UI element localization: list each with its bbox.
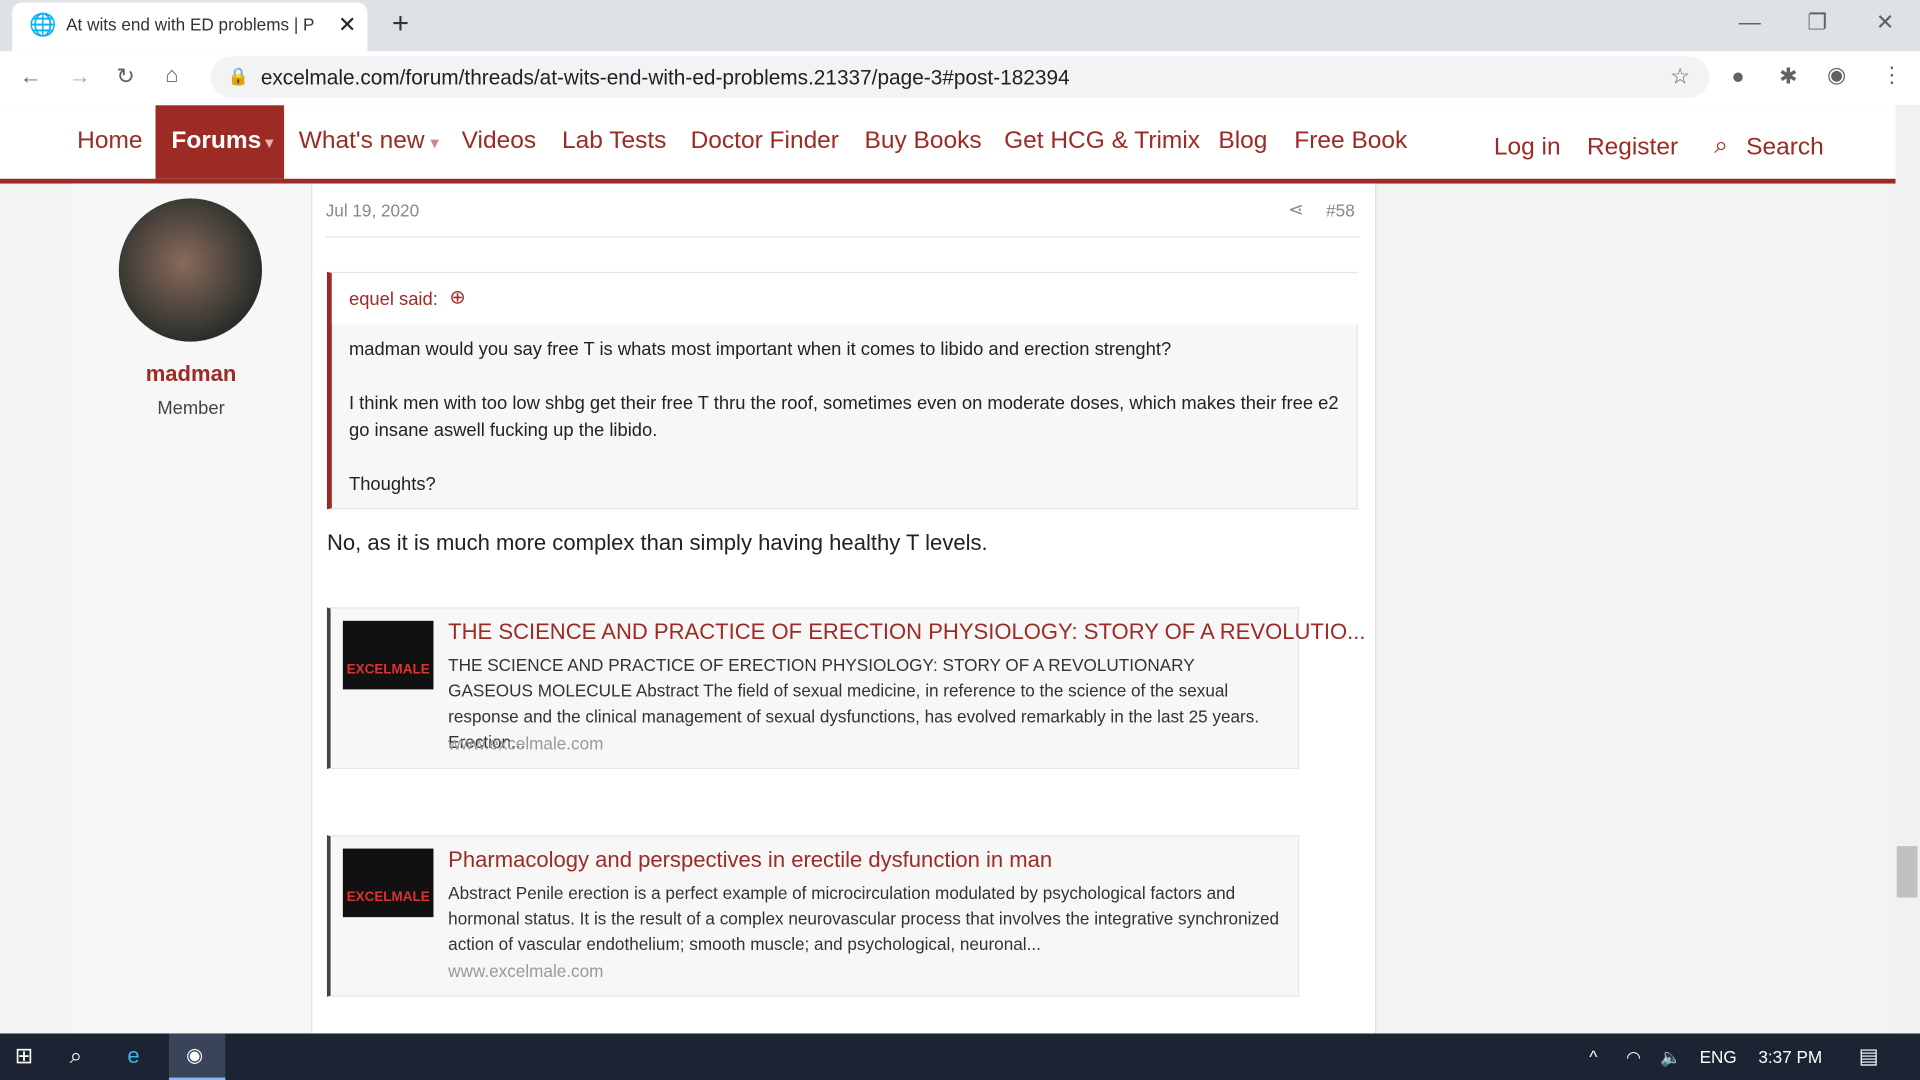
search-link[interactable]: Search — [1746, 133, 1824, 161]
edge-icon[interactable]: e — [127, 1043, 139, 1069]
chevron-up-icon[interactable]: ^ — [1589, 1047, 1597, 1067]
chevron-down-icon[interactable]: ▼ — [262, 135, 277, 152]
divider — [325, 236, 1360, 238]
profile-icon[interactable]: ◉ — [1827, 62, 1846, 88]
lock-icon: 🔒 — [227, 66, 250, 86]
link-domain: www.excelmale.com — [448, 733, 604, 754]
restore-icon[interactable]: ❐ — [1807, 10, 1827, 36]
address-bar[interactable]: 🔒 excelmale.com/forum/threads/at-wits-en… — [210, 56, 1710, 98]
tab-title: At wits end with ED problems | P — [66, 14, 315, 35]
scrollbar[interactable] — [1895, 105, 1920, 1034]
nav-whats-new[interactable]: What's new — [299, 127, 425, 155]
forward-icon[interactable]: → — [69, 64, 91, 90]
quote-block: equel said: ⊕ madman would you say free … — [326, 271, 1358, 510]
clock[interactable]: 3:37 PM — [1758, 1047, 1822, 1067]
quote-line: I think men with too low shbg get their … — [348, 393, 1339, 441]
link-preview[interactable]: EXCELMALE THE SCIENCE AND PRACTICE OF ER… — [326, 607, 1366, 769]
username[interactable]: madman — [71, 361, 311, 387]
share-icon[interactable]: ⋖ — [1288, 198, 1303, 221]
avatar[interactable] — [118, 198, 263, 342]
excelmale-logo: EXCELMALE — [342, 848, 434, 918]
register-link[interactable]: Register — [1587, 133, 1678, 161]
windows-start-icon[interactable]: ⊞ — [15, 1043, 33, 1069]
user-title: Member — [157, 397, 225, 419]
browser-tab[interactable]: 🌐 At wits end with ED problems | P ✕ — [12, 2, 368, 52]
taskbar: ⊞ ⌕ e ◉ ^ ◠ 🔈 ENG 3:37 PM ▤ — [0, 1033, 1920, 1080]
back-icon[interactable]: ← — [20, 64, 42, 90]
chevron-down-icon[interactable]: ▼ — [427, 135, 442, 152]
minimize-icon[interactable]: — — [1739, 10, 1761, 36]
scrollbar-thumb[interactable] — [1896, 846, 1918, 898]
link-domain: www.excelmale.com — [448, 961, 604, 981]
browser-toolbar: ← → ↻ ⌂ 🔒 excelmale.com/forum/threads/at… — [0, 51, 1920, 107]
nav-free-book[interactable]: Free Book — [1294, 127, 1407, 155]
nav-doctor-finder[interactable]: Doctor Finder — [691, 127, 839, 155]
quote-line: Thoughts? — [348, 473, 436, 495]
language-indicator[interactable]: ENG — [1700, 1047, 1737, 1067]
search-icon[interactable]: ⌕ — [70, 1043, 82, 1069]
nav-blog[interactable]: Blog — [1218, 127, 1267, 155]
reload-icon[interactable]: ↻ — [116, 64, 134, 90]
new-tab-icon[interactable]: + — [392, 7, 409, 41]
link-preview[interactable]: EXCELMALE Pharmacology and perspectives … — [326, 835, 1300, 997]
nav-buy-books[interactable]: Buy Books — [864, 127, 981, 155]
close-tab-icon[interactable]: ✕ — [338, 12, 356, 38]
puzzle-icon[interactable]: ✱ — [1779, 64, 1797, 90]
link-title[interactable]: THE SCIENCE AND PRACTICE OF ERECTION PHY… — [448, 620, 1365, 646]
excelmale-logo: EXCELMALE — [342, 620, 434, 690]
post-body: No, as it is much more complex than simp… — [326, 530, 988, 555]
link-title[interactable]: Pharmacology and perspectives in erectil… — [448, 847, 1052, 873]
tab-strip: 🌐 At wits end with ED problems | P ✕ + —… — [0, 0, 1920, 52]
url-text: excelmale.com/forum/threads/at-wits-end-… — [260, 66, 1070, 90]
user-panel: madman Member — [71, 183, 313, 1034]
wifi-icon[interactable]: ◠ — [1626, 1047, 1641, 1068]
site-nav: Home Forums ▼ What's new ▼ Videos Lab Te… — [0, 105, 1896, 184]
close-window-icon[interactable]: ✕ — [1876, 10, 1894, 36]
home-icon[interactable]: ⌂ — [165, 62, 178, 88]
post-date[interactable]: Jul 19, 2020 — [326, 201, 419, 221]
login-link[interactable]: Log in — [1494, 133, 1561, 161]
nav-home[interactable]: Home — [77, 127, 142, 155]
nav-videos[interactable]: Videos — [462, 127, 536, 155]
extension-icon[interactable]: ● — [1731, 64, 1744, 90]
chrome-taskbar-button[interactable]: ◉ — [168, 1033, 226, 1080]
menu-icon[interactable]: ⋮ — [1881, 62, 1903, 88]
nav-forums[interactable]: Forums — [171, 127, 261, 155]
nav-hcg-trimix[interactable]: Get HCG & Trimix — [1004, 127, 1200, 155]
globe-icon: 🌐 — [29, 12, 57, 37]
post-number[interactable]: #58 — [1326, 201, 1355, 221]
nav-lab-tests[interactable]: Lab Tests — [562, 127, 666, 155]
link-description: Abstract Penile erection is a perfect ex… — [448, 882, 1280, 954]
notification-icon[interactable]: ▤ — [1859, 1044, 1879, 1068]
arrow-up-circle-icon[interactable]: ⊕ — [449, 285, 465, 309]
search-icon[interactable]: ⌕ — [1714, 132, 1728, 160]
volume-icon[interactable]: 🔈 — [1660, 1047, 1681, 1068]
quote-author[interactable]: equel said: — [349, 287, 438, 314]
quote-line: madman would you say free T is whats mos… — [348, 339, 1172, 361]
chrome-icon: ◉ — [186, 1045, 204, 1067]
star-icon[interactable]: ☆ — [1670, 64, 1690, 90]
